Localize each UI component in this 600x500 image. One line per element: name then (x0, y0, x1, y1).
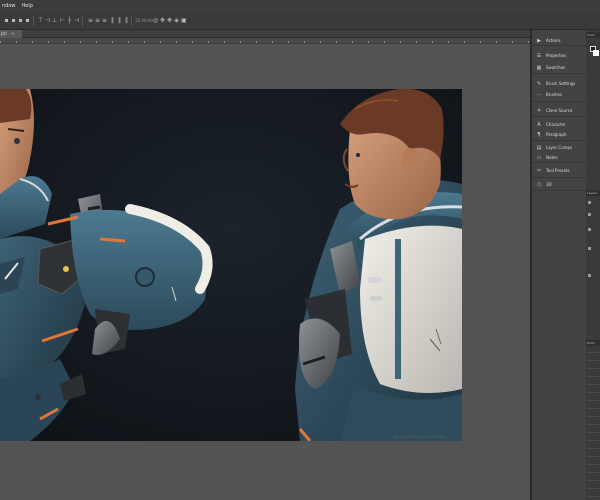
dock-item-notes[interactable]: ▭ Notes (532, 153, 586, 162)
properties-icon: ☰ (536, 52, 542, 59)
options-divider (33, 16, 34, 26)
options-divider (131, 16, 132, 26)
dock-item-label: Properties (546, 53, 567, 58)
dock-group-type: A Character ¶ Paragraph (532, 119, 586, 141)
distribute-top-icon[interactable]: ≡ (88, 17, 93, 24)
dock-group-actions: ▶ Actions (532, 34, 586, 46)
dock-item-label: 3D (546, 182, 552, 187)
dock-group-clone: ⚘ Clone Source (532, 104, 586, 117)
options-icon-3[interactable]: ▪ (18, 17, 23, 24)
dock-group-brushes: ✎ Brush Settings ⋯ Brushes (532, 76, 586, 102)
dock-item-brush-settings[interactable]: ✎ Brush Settings (532, 79, 586, 88)
dock-group-3d: ⬡ 3D (532, 179, 586, 191)
layer-comps-icon: ▤ (536, 144, 542, 151)
dock-item-3d[interactable]: ⬡ 3D (532, 180, 586, 189)
distribute-bottom-icon[interactable]: ≡ (102, 17, 107, 24)
layer-mode-icon[interactable] (588, 213, 591, 216)
3d-slide-icon[interactable]: ◈ (174, 17, 179, 24)
3d-mode-label: 3D Mode: (135, 18, 155, 23)
panel-dock: ▶ Actions ☰ Properties ▦ Swatches ✎ Brus… (532, 30, 586, 500)
distribute-right-icon[interactable]: ‖ (124, 17, 129, 24)
layer-visibility-icon[interactable] (588, 274, 591, 277)
dock-item-label: Swatches (546, 65, 566, 70)
background-color-swatch[interactable] (593, 50, 599, 56)
align-right-icon[interactable]: ⊣ (74, 17, 79, 24)
align-bottom-icon[interactable]: ⊥ (52, 17, 57, 24)
dock-item-label: Clone Source (546, 108, 573, 113)
menu-bar: ndow Help (0, 0, 600, 12)
history-panel-header[interactable]: Histo (586, 340, 600, 346)
dock-item-label: Layer Comps (546, 145, 573, 150)
dock-item-label: Paragraph (546, 132, 567, 137)
dock-item-actions[interactable]: ▶ Actions (532, 36, 586, 45)
options-bar: ▪ ▪ ▪ ▪ ⊤ ⊣ ⊥ ⊢ ┼ ⊣ ≡ ≡ ≡ ‖ ‖ ‖ 3D Mode:… (0, 12, 600, 30)
dock-group-properties: ☰ Properties ▦ Swatches (532, 48, 586, 74)
color-panel-header[interactable]: Color (586, 32, 600, 38)
dock-group-comps: ▤ Layer Comps ▭ Notes (532, 141, 586, 163)
options-icon-4[interactable]: ▪ (25, 17, 30, 24)
align-top-icon[interactable]: ⊤ (38, 17, 43, 24)
brush-settings-icon: ✎ (536, 80, 542, 87)
document-tab-label: pt) (1, 31, 7, 36)
dock-item-label: Actions (546, 38, 561, 43)
photoshop-window: ndow Help ▪ ▪ ▪ ▪ ⊤ ⊣ ⊥ ⊢ ┼ ⊣ ≡ ≡ ≡ ‖ ‖ … (0, 0, 600, 500)
clone-source-icon: ⚘ (536, 107, 542, 114)
close-tab-icon[interactable]: × (11, 30, 14, 38)
document-tab[interactable]: pt) × (0, 30, 22, 38)
dock-item-layer-comps[interactable]: ▤ Layer Comps (532, 143, 586, 152)
layer-filter-icon[interactable] (588, 201, 591, 204)
dock-item-character[interactable]: A Character (532, 120, 586, 129)
menu-help[interactable]: Help (22, 3, 33, 9)
dock-item-label: Brushes (546, 92, 563, 97)
options-divider (82, 16, 83, 26)
options-icon-1[interactable]: ▪ (4, 17, 9, 24)
dock-item-clone-source[interactable]: ⚘ Clone Source (532, 106, 586, 115)
paragraph-icon: ¶ (537, 131, 541, 138)
document-tab-bar: pt) × (0, 30, 530, 38)
swatches-icon: ▦ (536, 64, 542, 71)
brushes-icon: ⋯ (536, 91, 542, 98)
menu-window[interactable]: ndow (2, 3, 16, 9)
history-list[interactable] (587, 352, 600, 500)
dock-item-paragraph[interactable]: ¶ Paragraph (532, 130, 586, 139)
dock-item-label: Character (546, 122, 566, 127)
artstation-watermark: www.artstation.com/indya (393, 434, 446, 439)
layer-visibility-icon[interactable] (588, 247, 591, 250)
character-artwork (0, 89, 462, 441)
dock-item-brushes[interactable]: ⋯ Brushes (532, 90, 586, 99)
distribute-hcenter-icon[interactable]: ‖ (117, 17, 122, 24)
layers-panel-header[interactable]: Layers (586, 190, 600, 196)
document-canvas[interactable] (0, 89, 462, 441)
distribute-left-icon[interactable]: ‖ (110, 17, 115, 24)
dock-item-label: Notes (546, 155, 558, 160)
distribute-vcenter-icon[interactable]: ≡ (95, 17, 100, 24)
dock-item-label: Tool Presets (546, 168, 570, 173)
play-icon: ▶ (537, 37, 541, 44)
notes-icon: ▭ (536, 154, 542, 161)
align-left-icon[interactable]: ⊢ (60, 17, 65, 24)
tool-presets-icon: ✂ (536, 167, 542, 174)
options-icon-2[interactable]: ▪ (11, 17, 16, 24)
layer-lock-icon[interactable] (588, 228, 591, 231)
3d-scale-icon[interactable]: ▣ (181, 17, 187, 24)
3d-orbit-icon[interactable]: ◎ (153, 17, 158, 24)
dock-item-swatches[interactable]: ▦ Swatches (532, 63, 586, 72)
dock-item-properties[interactable]: ☰ Properties (532, 51, 586, 60)
3d-pan-icon[interactable]: ✥ (167, 17, 172, 24)
dock-item-tool-presets[interactable]: ✂ Tool Presets (532, 166, 586, 175)
character-icon: A (537, 121, 541, 128)
dock-group-presets: ✂ Tool Presets (532, 165, 586, 178)
align-vcenter-icon[interactable]: ⊣ (45, 17, 50, 24)
dock-item-label: Brush Settings (546, 81, 576, 86)
3d-roll-icon[interactable]: ✥ (160, 17, 165, 24)
align-hcenter-icon[interactable]: ┼ (67, 17, 72, 24)
3d-icon: ⬡ (536, 181, 542, 188)
